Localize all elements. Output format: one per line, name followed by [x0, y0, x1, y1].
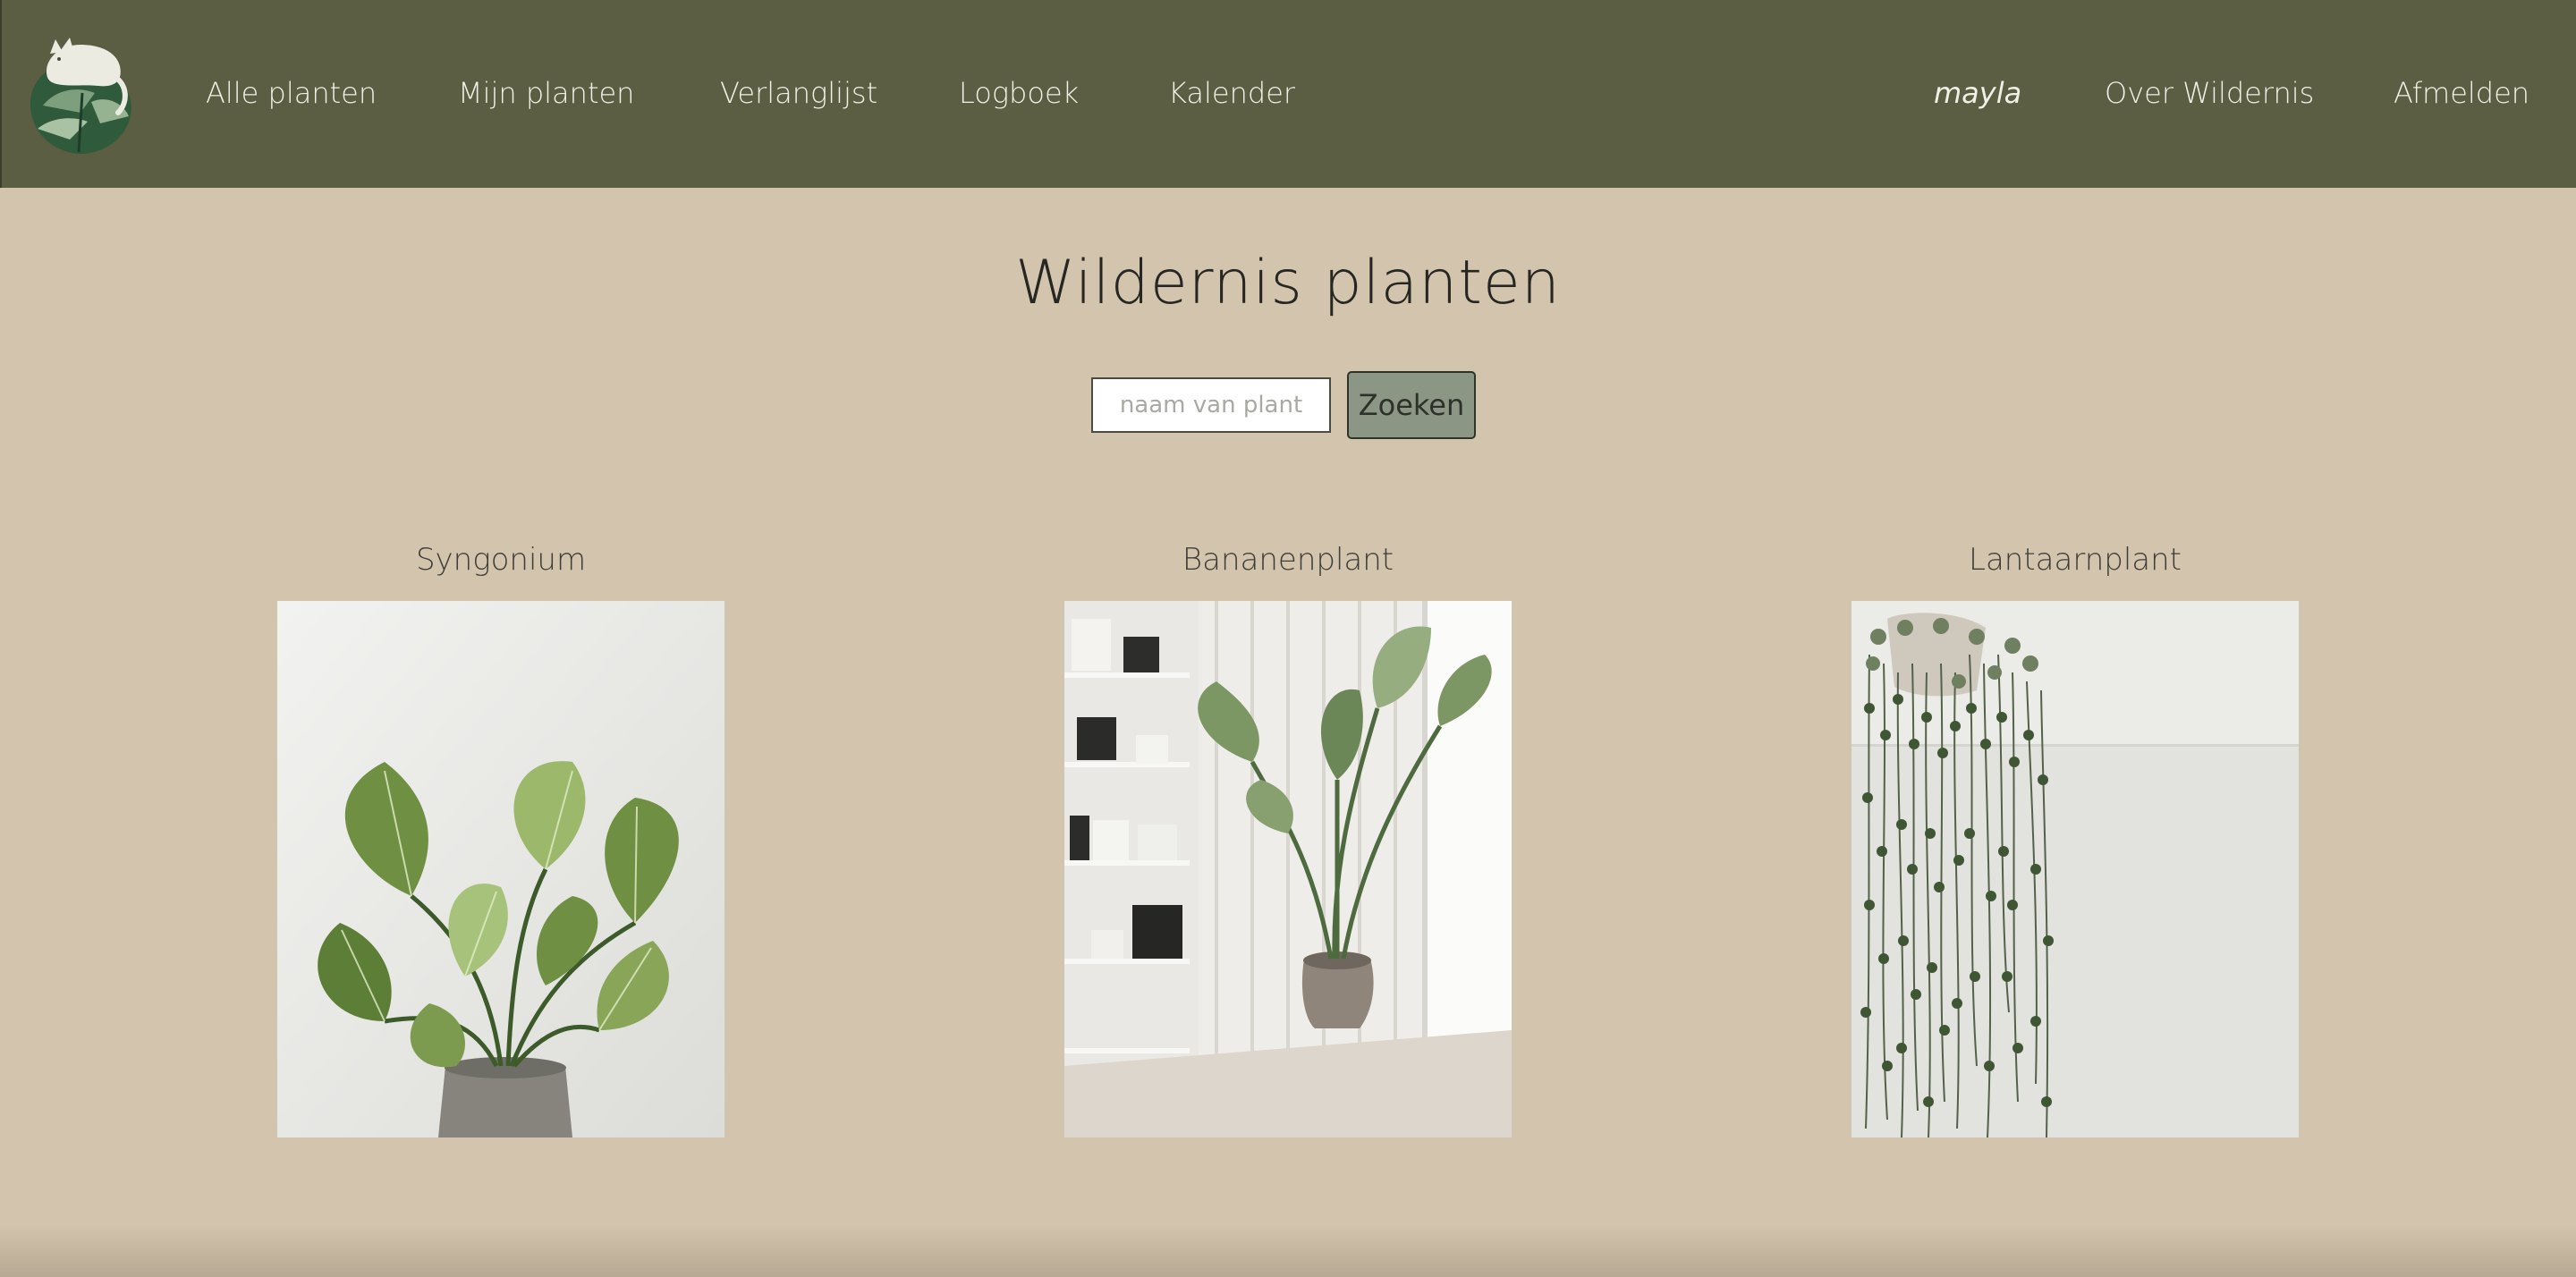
- nav-user-profile[interactable]: mayla: [1934, 70, 2021, 116]
- plant-name[interactable]: Lantaarnplant: [1852, 535, 2299, 585]
- page-title: Wildernis planten: [1015, 248, 1561, 318]
- nav-over-wildernis[interactable]: Over Wildernis: [2105, 70, 2314, 116]
- plant-card-syngonium: Syngonium: [277, 535, 724, 1137]
- plant-name[interactable]: Bananenplant: [1064, 535, 1512, 585]
- page-bottom-shadow: [0, 1225, 2576, 1277]
- nav-kalender[interactable]: Kalender: [1168, 70, 1295, 116]
- nav-afmelden[interactable]: Afmelden: [2394, 70, 2529, 116]
- plant-card-lantaarnplant: Lantaarnplant: [1852, 535, 2299, 1137]
- nav-logboek[interactable]: Logboek: [959, 70, 1079, 116]
- top-navbar: Alle planten Mijn planten Verlanglijst L…: [0, 0, 2576, 188]
- nav-mijn-planten[interactable]: Mijn planten: [458, 70, 634, 116]
- syngonium-photo-icon[interactable]: [277, 601, 724, 1137]
- plant-search-input[interactable]: [1091, 377, 1331, 433]
- string-of-hearts-photo-icon[interactable]: [1852, 601, 2299, 1137]
- plant-name[interactable]: Syngonium: [277, 535, 724, 585]
- plant-card-bananenplant: Bananenplant: [1064, 535, 1512, 1137]
- banana-plant-photo-icon[interactable]: [1064, 601, 1512, 1137]
- nav-alle-planten[interactable]: Alle planten: [206, 70, 377, 116]
- search-button[interactable]: Zoeken: [1347, 371, 1476, 439]
- wildernis-logo-icon[interactable]: [25, 30, 136, 155]
- nav-verlanglijst[interactable]: Verlanglijst: [720, 70, 877, 116]
